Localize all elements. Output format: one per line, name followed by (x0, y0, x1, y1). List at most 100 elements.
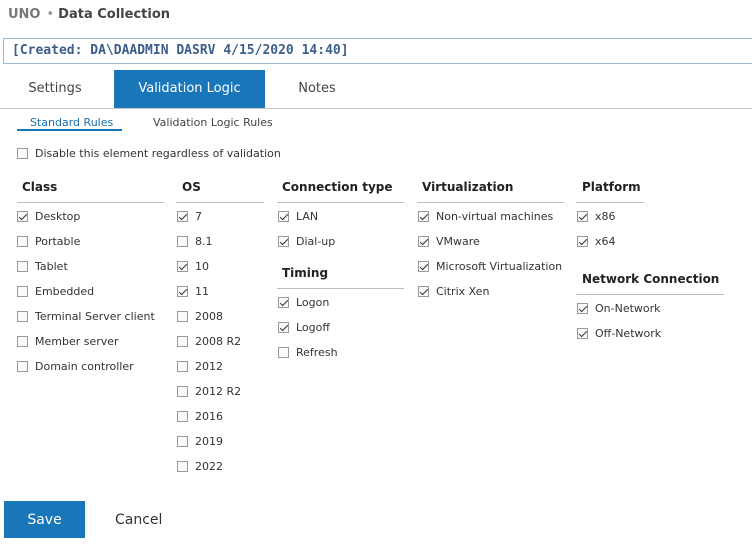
os-label-2016: 2016 (195, 409, 223, 423)
class-checkbox-terminal-server-client[interactable] (17, 310, 28, 322)
class-label-domain-controller: Domain controller (35, 359, 134, 373)
connection-option-dial-up[interactable]: Dial-up (278, 234, 335, 248)
os-option-2016[interactable]: 2016 (177, 409, 223, 423)
os-checkbox-7[interactable] (177, 210, 188, 222)
class-option-tablet[interactable]: Tablet (17, 259, 68, 273)
network-checkbox-off-network[interactable] (577, 327, 588, 339)
virtualization-checkbox-citrix-xen[interactable] (418, 285, 429, 297)
os-checkbox-2022[interactable] (177, 460, 188, 472)
timing-checkbox-logon[interactable] (278, 296, 289, 308)
os-option-11[interactable]: 11 (177, 284, 209, 298)
tab-settings[interactable]: Settings (0, 70, 110, 108)
os-label-7: 7 (195, 209, 202, 223)
os-label-2008: 2008 (195, 309, 223, 323)
os-label-2022: 2022 (195, 459, 223, 473)
platform-checkbox-x64[interactable] (577, 235, 588, 247)
tab-notes[interactable]: Notes (269, 70, 365, 108)
created-info-field: [Created: DA\DAADMIN DASRV 4/15/2020 14:… (3, 38, 752, 64)
platform-checkbox-x86[interactable] (577, 210, 588, 222)
tab-validation-logic[interactable]: Validation Logic (114, 70, 265, 108)
os-divider (176, 202, 264, 203)
class-checkbox-member-server[interactable] (17, 335, 28, 347)
connection-checkbox-dial-up[interactable] (278, 235, 289, 247)
virtualization-divider (417, 202, 564, 203)
virtualization-option-non-virtual-machines[interactable]: Non-virtual machines (418, 209, 553, 223)
os-option-7[interactable]: 7 (177, 209, 202, 223)
virtualization-option-vmware[interactable]: VMware (418, 234, 480, 248)
os-option-2019[interactable]: 2019 (177, 434, 223, 448)
os-option-2012-r2[interactable]: 2012 R2 (177, 384, 241, 398)
connection-type-divider (277, 202, 404, 203)
os-checkbox-2008-r2[interactable] (177, 335, 188, 347)
os-option-10[interactable]: 10 (177, 259, 209, 273)
timing-option-logoff[interactable]: Logoff (278, 320, 330, 334)
os-checkbox-2008[interactable] (177, 310, 188, 322)
class-option-domain-controller[interactable]: Domain controller (17, 359, 134, 373)
class-checkbox-desktop[interactable] (17, 210, 28, 222)
active-subtab-indicator (17, 129, 122, 131)
os-option-8-1[interactable]: 8.1 (177, 234, 213, 248)
class-label-terminal-server-client: Terminal Server client (35, 309, 155, 323)
class-option-member-server[interactable]: Member server (17, 334, 119, 348)
timing-checkbox-refresh[interactable] (278, 346, 289, 358)
subtab-standard-rules[interactable]: Standard Rules (30, 116, 113, 129)
class-option-portable[interactable]: Portable (17, 234, 80, 248)
os-checkbox-2012-r2[interactable] (177, 385, 188, 397)
timing-divider (277, 288, 404, 289)
virtualization-checkbox-microsoft-virtualization[interactable] (418, 260, 429, 272)
os-option-2012[interactable]: 2012 (177, 359, 223, 373)
network-option-off-network[interactable]: Off-Network (577, 326, 661, 340)
virtualization-label-citrix-xen: Citrix Xen (436, 284, 490, 298)
subtab-validation-logic-rules[interactable]: Validation Logic Rules (153, 116, 273, 129)
class-label-tablet: Tablet (35, 259, 68, 273)
os-label-8-1: 8.1 (195, 234, 213, 248)
os-checkbox-2012[interactable] (177, 360, 188, 372)
class-option-desktop[interactable]: Desktop (17, 209, 80, 223)
virtualization-checkbox-vmware[interactable] (418, 235, 429, 247)
disable-element-label: Disable this element regardless of valid… (35, 146, 281, 160)
platform-option-x86[interactable]: x86 (577, 209, 616, 223)
virtualization-label-microsoft-virtualization: Microsoft Virtualization (436, 259, 563, 273)
disable-element-option[interactable]: Disable this element regardless of valid… (17, 146, 281, 160)
virtualization-checkbox-non-virtual-machines[interactable] (418, 210, 429, 222)
class-option-embedded[interactable]: Embedded (17, 284, 94, 298)
network-label-on-network: On-Network (595, 301, 661, 315)
tab-bar: Settings Validation Logic Notes (0, 70, 752, 109)
cancel-button[interactable]: Cancel (103, 501, 174, 538)
class-option-terminal-server-client[interactable]: Terminal Server client (17, 309, 155, 323)
platform-label-x86: x86 (595, 209, 616, 223)
os-checkbox-2019[interactable] (177, 435, 188, 447)
os-label-11: 11 (195, 284, 209, 298)
platform-label-x64: x64 (595, 234, 616, 248)
network-option-on-network[interactable]: On-Network (577, 301, 661, 315)
os-option-2008[interactable]: 2008 (177, 309, 223, 323)
os-option-2008-r2[interactable]: 2008 R2 (177, 334, 241, 348)
class-checkbox-embedded[interactable] (17, 285, 28, 297)
disable-element-checkbox[interactable] (17, 147, 28, 159)
connection-option-lan[interactable]: LAN (278, 209, 318, 223)
class-checkbox-portable[interactable] (17, 235, 28, 247)
connection-checkbox-lan[interactable] (278, 210, 289, 222)
os-title: OS (182, 180, 201, 194)
class-title: Class (22, 180, 58, 194)
virtualization-label-vmware: VMware (436, 234, 480, 248)
class-checkbox-domain-controller[interactable] (17, 360, 28, 372)
os-checkbox-8-1[interactable] (177, 235, 188, 247)
virtualization-option-microsoft-virtualization[interactable]: Microsoft Virtualization (418, 259, 562, 273)
timing-checkbox-logoff[interactable] (278, 321, 289, 333)
class-label-portable: Portable (35, 234, 81, 248)
save-button[interactable]: Save (4, 501, 85, 538)
virtualization-option-citrix-xen[interactable]: Citrix Xen (418, 284, 489, 298)
os-checkbox-2016[interactable] (177, 410, 188, 422)
os-checkbox-11[interactable] (177, 285, 188, 297)
class-checkbox-tablet[interactable] (17, 260, 28, 272)
connection-type-title: Connection type (282, 180, 393, 194)
virtualization-title: Virtualization (422, 180, 514, 194)
timing-option-logon[interactable]: Logon (278, 295, 329, 309)
timing-title: Timing (282, 266, 329, 280)
os-checkbox-10[interactable] (177, 260, 188, 272)
os-option-2022[interactable]: 2022 (177, 459, 223, 473)
platform-option-x64[interactable]: x64 (577, 234, 616, 248)
timing-option-refresh[interactable]: Refresh (278, 345, 338, 359)
network-checkbox-on-network[interactable] (577, 302, 588, 314)
